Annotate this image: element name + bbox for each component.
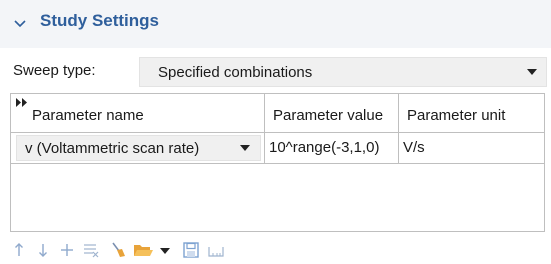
parameter-unit-cell[interactable]: V/s <box>399 133 544 163</box>
column-header-label: Parameter name <box>32 107 144 124</box>
parameter-name-select[interactable]: v (Voltammetric scan rate) <box>16 135 261 161</box>
load-from-file-icon[interactable] <box>133 241 153 259</box>
column-header-label: Parameter value <box>273 107 384 124</box>
sweep-type-select[interactable]: Specified combinations <box>139 57 547 87</box>
range-icon[interactable] <box>207 241 225 259</box>
parameter-table: Parameter name Parameter value Parameter… <box>10 93 545 232</box>
column-header-label: Parameter unit <box>407 107 506 124</box>
expand-columns-icon[interactable] <box>16 98 28 107</box>
parameter-name-value: v (Voltammetric scan rate) <box>25 140 200 157</box>
load-dropdown-icon[interactable] <box>159 241 177 259</box>
table-row[interactable]: v (Voltammetric scan rate) 10^range(-3,1… <box>11 133 544 164</box>
sweep-type-value: Specified combinations <box>158 64 313 81</box>
column-header-parameter-name[interactable]: Parameter name <box>11 94 265 133</box>
section-header[interactable]: Study Settings <box>0 0 551 48</box>
column-header-parameter-unit[interactable]: Parameter unit <box>399 94 544 133</box>
parameter-value-cell[interactable]: 10^range(-3,1,0) <box>265 133 399 163</box>
dropdown-arrow-icon <box>527 69 537 75</box>
column-header-parameter-value[interactable]: Parameter value <box>265 94 399 133</box>
sweep-type-label: Sweep type: <box>13 62 96 79</box>
delete-icon[interactable] <box>82 241 100 259</box>
chevron-down-icon[interactable] <box>12 15 28 31</box>
add-icon[interactable] <box>58 241 76 259</box>
section-title: Study Settings <box>40 11 160 30</box>
parameter-unit-text: V/s <box>403 139 425 156</box>
clear-table-icon[interactable] <box>109 241 127 259</box>
table-toolbar <box>0 234 551 264</box>
move-up-icon[interactable] <box>10 241 28 259</box>
move-down-icon[interactable] <box>34 241 52 259</box>
save-to-file-icon[interactable] <box>182 241 200 259</box>
parameter-name-cell[interactable]: v (Voltammetric scan rate) <box>11 133 265 163</box>
parameter-value-text: 10^range(-3,1,0) <box>269 139 380 156</box>
dropdown-arrow-icon <box>240 145 250 151</box>
